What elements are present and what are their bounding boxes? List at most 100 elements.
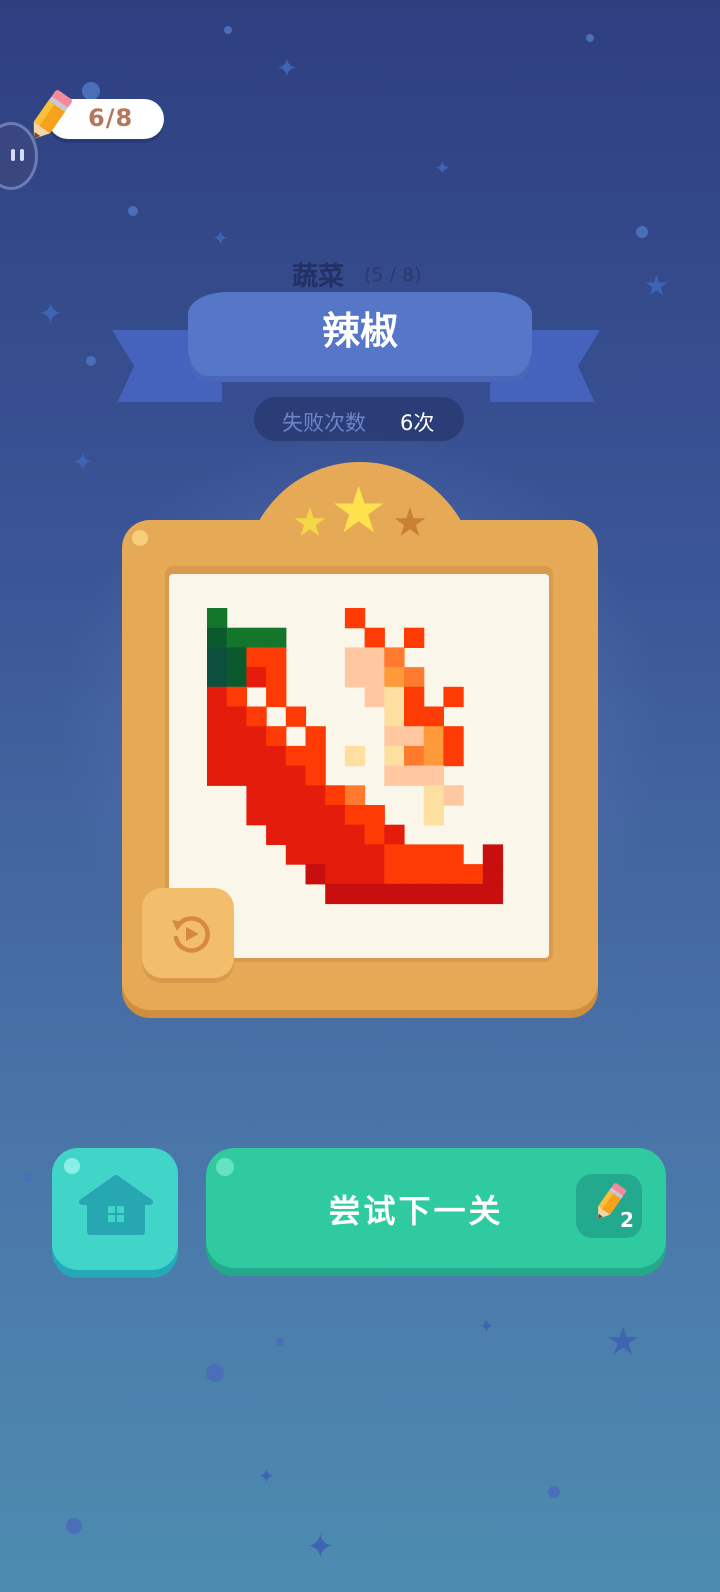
pixel-cell bbox=[246, 647, 267, 668]
pixel-cell bbox=[266, 667, 287, 688]
pixel-cell bbox=[266, 824, 287, 845]
pixel-cell bbox=[305, 864, 326, 885]
pixel-cell bbox=[266, 805, 287, 826]
pixel-cell bbox=[423, 706, 444, 727]
pixel-cell bbox=[404, 765, 425, 786]
pixel-cell bbox=[207, 667, 228, 688]
pixel-cell bbox=[305, 765, 326, 786]
pixel-cell bbox=[207, 765, 228, 786]
pixel-cell bbox=[246, 765, 267, 786]
pixel-cell bbox=[246, 785, 267, 806]
sparkle-decoration: ✦ bbox=[38, 297, 64, 332]
pixel-cell bbox=[226, 765, 247, 786]
dot-decoration bbox=[586, 34, 594, 42]
pixel-cell bbox=[404, 686, 425, 708]
pixel-cell bbox=[384, 726, 405, 747]
level-name: 辣椒 bbox=[321, 309, 398, 353]
pixel-cell bbox=[226, 667, 247, 688]
replay-icon bbox=[172, 916, 210, 953]
sparkle-decoration: ✦ bbox=[434, 156, 451, 180]
pixel-cell bbox=[443, 844, 464, 865]
pixel-cell bbox=[384, 864, 405, 885]
pixel-cell bbox=[384, 706, 405, 727]
next-cost-value: 2 bbox=[620, 1208, 634, 1232]
pixel-cell bbox=[404, 706, 425, 727]
pixel-cell bbox=[207, 686, 228, 708]
pixel-cell bbox=[344, 608, 366, 629]
pixel-cell bbox=[344, 824, 366, 845]
dot-decoration bbox=[82, 82, 100, 100]
pixel-cell bbox=[266, 647, 287, 668]
fail-count-label: 失败次数 bbox=[282, 411, 366, 435]
pixel-cell bbox=[423, 844, 444, 865]
pixel-cell bbox=[404, 844, 425, 865]
pixel-cell bbox=[443, 785, 464, 806]
star-empty-icon: ★ bbox=[392, 500, 428, 546]
pixel-cell bbox=[364, 667, 385, 688]
pixel-cell bbox=[364, 864, 385, 885]
pixel-cell bbox=[305, 726, 326, 747]
pixel-cell bbox=[404, 726, 425, 747]
pixel-cell bbox=[266, 745, 287, 767]
sparkle-decoration: ✦ bbox=[212, 226, 229, 250]
sparkle-decoration: ✦ bbox=[478, 1314, 495, 1338]
pixel-cell bbox=[266, 686, 287, 708]
pixel-cell bbox=[325, 844, 346, 865]
try-next-level-label: 尝试下一关 bbox=[328, 1192, 504, 1230]
dot-decoration bbox=[24, 1174, 32, 1182]
sparkle-decoration: ✦ bbox=[72, 448, 94, 478]
pixel-cell bbox=[285, 765, 307, 786]
pixel-cell bbox=[482, 883, 504, 905]
dot-decoration bbox=[548, 1486, 560, 1498]
sparkle-decoration: ✦ bbox=[258, 1464, 275, 1488]
pixel-cell bbox=[443, 726, 464, 747]
pixel-cell bbox=[226, 627, 247, 648]
pixel-cell bbox=[285, 844, 307, 865]
pixel-cell bbox=[404, 864, 425, 885]
pixel-cell bbox=[266, 627, 287, 648]
pixel-cell bbox=[305, 805, 326, 826]
pixel-cell bbox=[384, 824, 405, 845]
pixel-cell bbox=[364, 844, 385, 865]
pixel-cell bbox=[404, 667, 425, 688]
pixel-cell bbox=[246, 667, 267, 688]
sparkle-decoration: ★ bbox=[644, 269, 670, 302]
pixel-cell bbox=[423, 785, 444, 806]
pixel-cell bbox=[285, 824, 307, 845]
dot-decoration bbox=[224, 26, 232, 34]
pencil-count-text: 6/8 bbox=[88, 104, 134, 132]
category-title: 蔬菜 bbox=[292, 262, 345, 292]
pixel-cell bbox=[344, 864, 366, 885]
pixel-cell bbox=[305, 824, 326, 845]
pixel-cell bbox=[207, 745, 228, 767]
pixel-cell bbox=[482, 864, 504, 885]
pixel-cell bbox=[325, 785, 346, 806]
pixel-cell bbox=[423, 765, 444, 786]
pixel-cell bbox=[344, 805, 366, 826]
pixel-cell bbox=[364, 627, 385, 648]
fail-count-value: 6次 bbox=[400, 411, 435, 435]
category-progress: (5 / 8) bbox=[364, 264, 422, 286]
dot-decoration bbox=[276, 1338, 284, 1346]
pixel-cell bbox=[443, 745, 464, 767]
pixel-cell bbox=[384, 745, 405, 767]
pixel-cell bbox=[384, 667, 405, 688]
pixel-cell bbox=[226, 686, 247, 708]
pixel-cell bbox=[423, 864, 444, 885]
pixel-cell bbox=[207, 647, 228, 668]
pixel-cell bbox=[325, 824, 346, 845]
pixel-cell bbox=[443, 883, 464, 905]
pixel-cell bbox=[325, 883, 346, 905]
star-icon: ★ bbox=[330, 474, 388, 548]
pixel-cell bbox=[344, 667, 366, 688]
pixel-cell bbox=[305, 844, 326, 865]
pixel-cell bbox=[364, 686, 385, 708]
pixel-cell bbox=[325, 805, 346, 826]
pixel-cell bbox=[285, 745, 307, 767]
home-icon bbox=[79, 1175, 153, 1235]
pixel-cell bbox=[384, 883, 405, 905]
pixel-cell bbox=[344, 745, 366, 767]
pixel-cell bbox=[266, 726, 287, 747]
dot-decoration bbox=[86, 356, 96, 366]
pixel-cell bbox=[285, 805, 307, 826]
